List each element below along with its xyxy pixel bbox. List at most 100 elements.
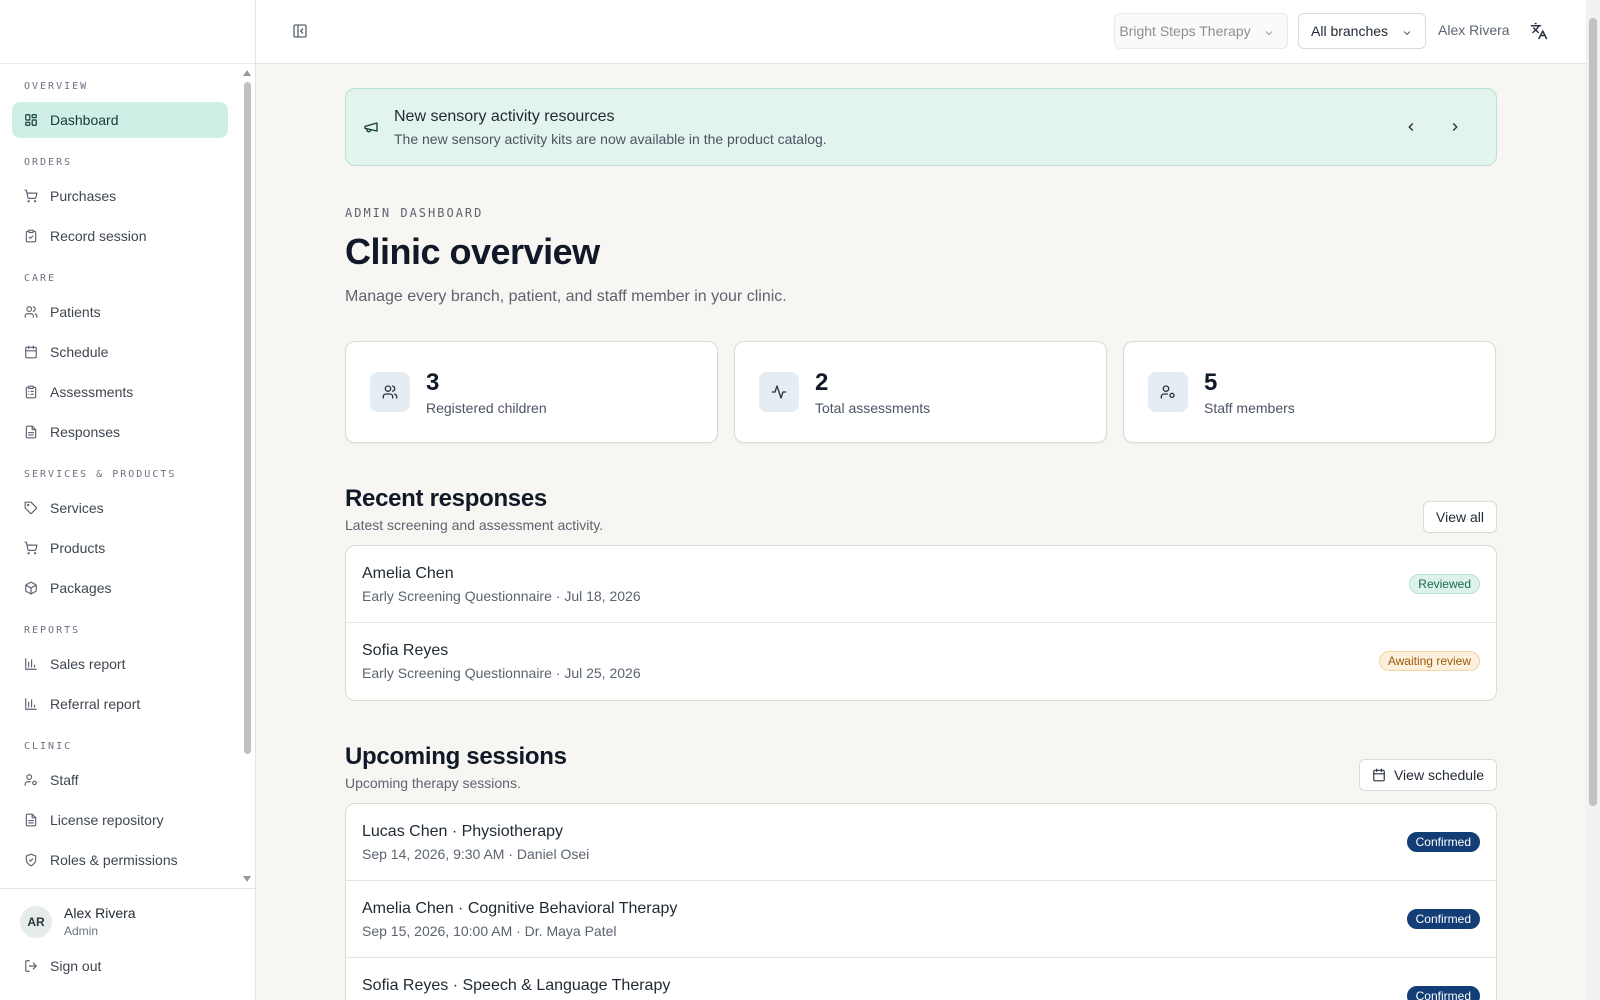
- language-icon[interactable]: [1530, 22, 1548, 40]
- sidebar-item-license-repository[interactable]: License repository: [12, 802, 228, 838]
- nav-section-title: REPORTS: [24, 625, 81, 636]
- list-item[interactable]: Sofia Reyes · Speech & Language Therapy …: [346, 958, 1496, 1000]
- branch-select[interactable]: All branches: [1298, 13, 1426, 49]
- calendar-icon: [1372, 768, 1386, 782]
- stat-card-staff: 5 Staff members: [1123, 341, 1496, 443]
- banner-title: New sensory activity resources: [394, 108, 615, 125]
- sidebar-item-label: Assessments: [50, 384, 134, 400]
- nav-section-title: ORDERS: [24, 157, 73, 168]
- bar-chart-icon: [24, 657, 38, 671]
- scroll-up-arrow-icon[interactable]: [243, 70, 251, 76]
- stat-label: Total assessments: [815, 400, 931, 416]
- sidebar-item-label: Purchases: [50, 188, 117, 204]
- sidebar-item-patients[interactable]: Patients: [12, 294, 228, 330]
- branch-select-value: All branches: [1311, 23, 1389, 39]
- sidebar-item-label: License repository: [50, 812, 164, 828]
- row-detail: Early Screening Questionnaire · Jul 18, …: [362, 588, 641, 604]
- stat-value: 5: [1204, 369, 1218, 396]
- page-scroll-thumb[interactable]: [1589, 18, 1597, 806]
- sidebar-item-sales-report[interactable]: Sales report: [12, 646, 228, 682]
- sidebar-item-assessments[interactable]: Assessments: [12, 374, 228, 410]
- row-title: Sofia Reyes: [362, 642, 449, 659]
- status-badge: Awaiting review: [1378, 651, 1480, 671]
- sidebar-item-services[interactable]: Services: [12, 490, 228, 526]
- sidebar-item-label: Dashboard: [50, 112, 119, 128]
- sidebar-item-dashboard[interactable]: Dashboard: [12, 102, 228, 138]
- sidebar-item-label: Referral report: [50, 696, 141, 712]
- sidebar-user-role: Admin: [64, 924, 99, 938]
- status-badge: Confirmed: [1406, 986, 1480, 1000]
- sidebar-item-products[interactable]: Products: [12, 530, 228, 566]
- organization-select[interactable]: Bright Steps Therapy: [1114, 13, 1288, 49]
- sidebar-item-packages[interactable]: Packages: [12, 570, 228, 606]
- sidebar-item-label: Roles & permissions: [50, 852, 178, 868]
- sidebar-user: AR Alex Rivera Admin: [0, 889, 255, 938]
- sidebar-item-label: Staff: [50, 772, 79, 788]
- recent-responses-list: Amelia Chen Early Screening Questionnair…: [345, 545, 1497, 701]
- activity-icon: [759, 372, 799, 412]
- main-content: New sensory activity resources The new s…: [345, 88, 1497, 1000]
- view-schedule-label: View schedule: [1393, 767, 1484, 783]
- banner-text: The new sensory activity kits are now av…: [394, 131, 827, 147]
- chevron-right-icon[interactable]: [1446, 118, 1464, 136]
- page-title: Clinic overview: [345, 231, 600, 272]
- view-all-button[interactable]: View all: [1423, 501, 1497, 533]
- page-subtitle: Manage every branch, patient, and staff …: [345, 288, 787, 305]
- sidebar-item-staff[interactable]: Staff: [12, 762, 228, 798]
- users-icon: [24, 305, 38, 319]
- list-item[interactable]: Sofia Reyes Early Screening Questionnair…: [346, 623, 1496, 700]
- stat-card-children: 3 Registered children: [345, 341, 718, 443]
- sidebar-item-roles-and-permissions[interactable]: Roles & permissions: [12, 842, 228, 878]
- sidebar-item-purchases[interactable]: Purchases: [12, 178, 228, 214]
- status-badge: Confirmed: [1406, 832, 1480, 852]
- top-header: Bright Steps Therapy All branches Alex R…: [256, 0, 1586, 64]
- sidebar-item-record-session[interactable]: Record session: [12, 218, 228, 254]
- page-eyebrow: ADMIN DASHBOARD: [345, 206, 484, 220]
- chevron-down-icon: [1401, 26, 1413, 42]
- sidebar-item-schedule[interactable]: Schedule: [12, 334, 228, 370]
- nav-section-title: OVERVIEW: [24, 81, 89, 92]
- sidebar-toggle-icon[interactable]: [292, 23, 308, 39]
- chevron-left-icon[interactable]: [1402, 118, 1420, 136]
- list-item[interactable]: Amelia Chen Early Screening Questionnair…: [346, 546, 1496, 623]
- sidebar-item-label: Patients: [50, 304, 101, 320]
- sidebar-scroll-thumb[interactable]: [244, 82, 251, 754]
- sidebar-scrollbar[interactable]: [243, 68, 251, 884]
- tag-icon: [24, 501, 38, 515]
- sidebar-item-referral-report[interactable]: Referral report: [12, 686, 228, 722]
- sidebar-nav: OVERVIEW Dashboard ORDERS Purchases Record s…: [0, 64, 255, 888]
- sidebar-item-label: Packages: [50, 580, 112, 596]
- list-item[interactable]: Amelia Chen · Cognitive Behavioral Thera…: [346, 881, 1496, 958]
- row-title: Sofia Reyes · Speech & Language Therapy: [362, 977, 671, 994]
- megaphone-icon: [363, 119, 379, 135]
- row-title: Lucas Chen · Physiotherapy: [362, 823, 563, 840]
- row-title: Amelia Chen · Cognitive Behavioral Thera…: [362, 900, 678, 917]
- user-cog-icon: [1148, 372, 1188, 412]
- user-cog-icon: [24, 773, 38, 787]
- upcoming-sessions-list: Lucas Chen · Physiotherapy Sep 14, 2026,…: [345, 803, 1497, 1000]
- sidebar-item-label: Schedule: [50, 344, 109, 360]
- row-detail: Early Screening Questionnaire · Jul 25, …: [362, 665, 641, 681]
- sidebar-footer: AR Alex Rivera Admin Sign out: [0, 888, 255, 1000]
- sidebar-item-label: Record session: [50, 228, 147, 244]
- view-schedule-button[interactable]: View schedule: [1358, 759, 1497, 791]
- sidebar-item-label: Services: [50, 500, 104, 516]
- sign-out-button[interactable]: Sign out: [0, 956, 255, 976]
- stat-label: Staff members: [1204, 400, 1295, 416]
- header-user-name[interactable]: Alex Rivera: [1438, 22, 1510, 38]
- section-subtitle: Upcoming therapy sessions.: [345, 775, 521, 791]
- chevron-down-icon: [1263, 26, 1275, 42]
- dashboard-icon: [24, 113, 38, 127]
- upcoming-sessions-header: Upcoming sessions Upcoming therapy sessi…: [345, 743, 1497, 803]
- list-item[interactable]: Lucas Chen · Physiotherapy Sep 14, 2026,…: [346, 804, 1496, 881]
- sidebar-item-label: Sales report: [50, 656, 126, 672]
- page-scrollbar[interactable]: [1586, 0, 1600, 1000]
- nav-section-title: SERVICES & PRODUCTS: [24, 469, 177, 480]
- sidebar-item-responses[interactable]: Responses: [12, 414, 228, 450]
- sidebar-item-label: Responses: [50, 424, 121, 440]
- log-out-icon: [24, 959, 38, 973]
- stats-row: 3 Registered children 2 Total assessment…: [345, 341, 1497, 443]
- section-title: Upcoming sessions: [345, 743, 567, 770]
- file-text-icon: [24, 813, 38, 827]
- scroll-down-arrow-icon[interactable]: [243, 876, 251, 882]
